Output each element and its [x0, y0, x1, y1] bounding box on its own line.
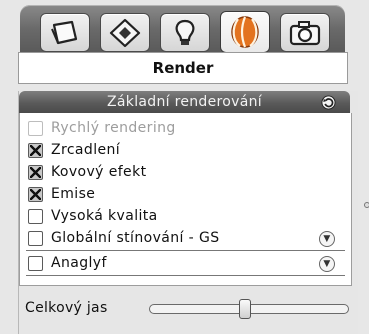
camera-icon	[289, 20, 321, 45]
option-metal-effect[interactable]: Kovový efekt	[28, 162, 340, 182]
option-label: Emise	[51, 186, 96, 202]
option-anaglyph[interactable]: Anaglyf ▼	[28, 253, 340, 273]
option-label: Kovový efekt	[51, 164, 147, 180]
option-label: Vysoká kvalita	[51, 208, 158, 224]
section-title-label: Render	[152, 59, 214, 77]
option-fast-render[interactable]: Rychlý rendering	[28, 118, 340, 138]
checkbox[interactable]	[28, 230, 43, 246]
checkbox-checked[interactable]	[28, 164, 43, 180]
reset-icon	[320, 94, 336, 110]
slider-handle[interactable]	[239, 299, 252, 319]
option-label: Rychlý rendering	[51, 120, 176, 136]
render-panel: Render Základní renderování Rychlý rende…	[0, 0, 369, 334]
checkbox-checked[interactable]	[28, 142, 43, 158]
chevron-down-icon: ▼	[323, 234, 331, 244]
checkbox[interactable]	[28, 255, 43, 271]
brightness-row: Celkový jas	[19, 293, 350, 323]
expand-gs-button[interactable]: ▼	[319, 231, 335, 247]
reset-button[interactable]	[320, 94, 336, 110]
checkbox[interactable]	[28, 120, 43, 136]
chevron-down-icon: ▼	[323, 259, 331, 269]
expand-anaglyph-button[interactable]: ▼	[319, 256, 335, 272]
option-reflection[interactable]: Zrcadlení	[28, 140, 340, 160]
brightness-label: Celkový jas	[25, 300, 108, 316]
options-list: Rychlý rendering Zrcadlení Kovový efekt …	[19, 113, 352, 286]
light-icon	[175, 19, 195, 45]
tab-bar	[20, 5, 345, 53]
resize-handle[interactable]	[364, 202, 369, 208]
option-emission[interactable]: Emise	[28, 184, 340, 204]
tab-object[interactable]	[40, 13, 90, 52]
checkbox-checked[interactable]	[28, 186, 43, 202]
brightness-slider[interactable]	[149, 299, 349, 319]
tab-light[interactable]	[160, 13, 210, 52]
option-high-quality[interactable]: Vysoká kvalita	[28, 206, 340, 226]
render-icon	[231, 16, 259, 48]
group-header: Základní renderování	[19, 91, 350, 113]
tab-render[interactable]	[220, 11, 270, 53]
basic-render-group: Základní renderování Rychlý rendering Zr…	[18, 91, 358, 334]
option-label: Anaglyf	[51, 255, 107, 271]
option-label: Globální stínování - GS	[51, 230, 220, 246]
section-title: Render	[18, 52, 348, 84]
tab-material[interactable]	[100, 13, 150, 52]
material-icon	[109, 18, 141, 47]
divider	[26, 250, 345, 251]
option-label: Zrcadlení	[51, 142, 121, 158]
checkbox[interactable]	[28, 208, 43, 224]
option-global-illumination[interactable]: Globální stínování - GS ▼	[28, 228, 340, 248]
group-header-label: Základní renderování	[107, 94, 262, 110]
divider	[26, 275, 345, 276]
tab-camera[interactable]	[280, 13, 330, 52]
object-icon	[51, 20, 78, 44]
